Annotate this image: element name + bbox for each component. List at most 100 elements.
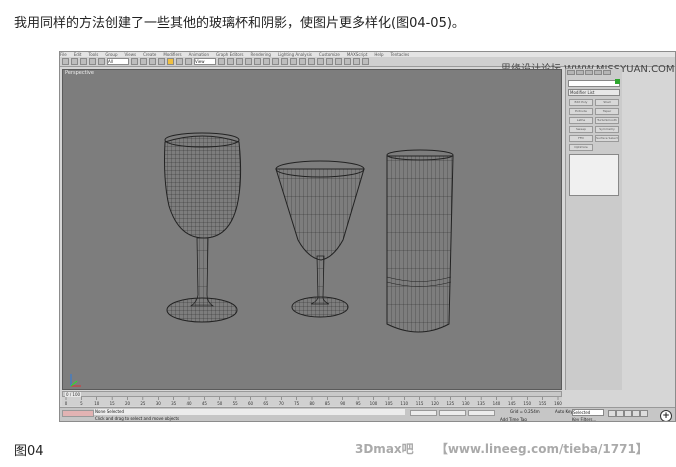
go-end-icon[interactable] [640,410,648,417]
trackbar[interactable]: 0 5 10 15 20 25 30 35 40 45 50 55 60 65 70 75 80 85 90 95 10… [62,397,562,406]
modifier-button[interactable]: Optimize [569,144,593,151]
render-setup-icon[interactable] [344,58,351,65]
modifier-button[interactable]: TurboSmooth [595,117,619,124]
modifier-button[interactable]: Edit Poly [569,99,593,106]
x-coord-field[interactable] [410,410,437,416]
selection-filter-dropdown[interactable]: All [107,58,129,65]
modifier-button[interactable]: Shell [595,99,619,106]
status-bar: None Selected Click and drag to select a… [60,407,675,421]
tab-modify[interactable] [576,70,584,75]
schematic-icon[interactable] [326,58,333,65]
modifier-list-dropdown[interactable]: Modifier List [568,89,620,96]
select-by-name-icon[interactable] [140,58,147,65]
object-name-field[interactable] [568,80,620,87]
maxscript-listener[interactable] [62,410,94,417]
command-panel: Modifier List Edit Poly Shell Extrude Taper… [565,69,622,390]
ruler-tick-label: 150 [523,401,531,406]
figure-label: 图04 [14,444,44,459]
next-frame-icon[interactable] [632,410,640,417]
tab-motion[interactable] [594,70,602,75]
key-selection-dropdown[interactable]: Selected [572,409,604,416]
rect-region-icon[interactable] [149,58,156,65]
ruler-tick-label: 20 [125,401,131,406]
y-coord-field[interactable] [439,410,466,416]
rotate-icon[interactable] [176,58,183,65]
ruler-tick-label: 45 [202,401,208,406]
key-filters-button[interactable]: Key Filters... [572,417,596,421]
redo-icon[interactable] [71,58,78,65]
select-object-icon[interactable] [131,58,138,65]
modifier-button[interactable]: FFD [569,135,593,142]
trackbar-ruler: 0 5 10 15 20 25 30 35 40 45 50 55 60 65 70 75 80 85 90 95 10… [65,397,562,406]
modifier-button[interactable]: Symmetry [595,126,619,133]
mirror-icon[interactable] [290,58,297,65]
percent-snap-icon[interactable] [263,58,270,65]
tumbler-glass-mesh[interactable] [386,149,454,333]
object-color-swatch[interactable] [615,79,620,84]
undo-icon[interactable] [62,58,69,65]
ruler-tick-label: 100 [370,401,378,406]
max-window: File Edit Tools Group Views Create Modifiers An… [59,51,676,422]
link-icon[interactable] [80,58,87,65]
source-credit: 3Dmax吧 【www.lineeg.com/tieba/1771】 [355,440,648,457]
ruler-tick-label: 70 [279,401,285,406]
prev-frame-icon[interactable] [616,410,624,417]
martini-glass-mesh[interactable] [275,160,365,318]
zoom-icon[interactable]: + [660,410,672,421]
ruler-tick-label: 160 [554,401,562,406]
modifier-button[interactable]: Sweep [569,126,593,133]
modifier-button[interactable]: Taper [595,108,619,115]
ruler-tick-label: 5 [80,401,83,406]
modifier-stack[interactable] [569,154,619,196]
ruler-tick-label: 125 [447,401,455,406]
tab-hierarchy[interactable] [585,70,593,75]
ruler-tick-label: 130 [462,401,470,406]
command-panel-tabs [566,69,622,78]
pivot-icon[interactable] [218,58,225,65]
named-selection-icon[interactable] [281,58,288,65]
ruler-tick-label: 110 [400,401,408,406]
curve-editor-icon[interactable] [317,58,324,65]
unlink-icon[interactable] [89,58,96,65]
window-crossing-icon[interactable] [158,58,165,65]
spinner-snap-icon[interactable] [272,58,279,65]
scale-icon[interactable] [185,58,192,65]
add-time-tag[interactable]: Add Time Tag [500,417,527,421]
wine-glass-mesh[interactable] [164,132,242,323]
snap-icon[interactable] [245,58,252,65]
align-icon[interactable] [299,58,306,65]
layer-icon[interactable] [308,58,315,65]
tab-display[interactable] [603,70,611,75]
play-icon[interactable] [624,410,632,417]
ruler-tick-label: 155 [539,401,547,406]
ruler-tick-label: 30 [156,401,162,406]
render-frame-icon[interactable] [353,58,360,65]
z-coord-field[interactable] [468,410,495,416]
ruler-tick-label: 25 [140,401,146,406]
ruler-tick-label: 135 [477,401,485,406]
grid-size: Grid = 0.254m [510,409,540,414]
keyboard-shortcut-icon[interactable] [236,58,243,65]
modifier-button[interactable]: Lathe [569,117,593,124]
reference-coord-dropdown[interactable]: View [194,58,216,65]
modifier-button[interactable]: Extrude [569,108,593,115]
modifier-button[interactable]: Surface Select [595,135,619,142]
coordinate-fields [410,410,495,416]
go-start-icon[interactable] [608,410,616,417]
material-editor-icon[interactable] [335,58,342,65]
tab-create[interactable] [567,70,575,75]
ruler-tick-label: 50 [217,401,223,406]
ruler-tick-label: 40 [186,401,192,406]
bind-icon[interactable] [98,58,105,65]
auto-key-button[interactable]: Auto Key [555,409,573,414]
perspective-viewport[interactable]: Perspective [62,69,562,390]
ruler-tick-label: 145 [508,401,516,406]
ruler-tick-label: 10 [94,401,100,406]
angle-snap-icon[interactable] [254,58,261,65]
ruler-tick-label: 15 [110,401,116,406]
move-icon[interactable] [167,58,174,65]
selection-status: None Selected [94,409,405,415]
render-icon[interactable] [362,58,369,65]
ruler-tick-label: 140 [493,401,501,406]
manipulate-icon[interactable] [227,58,234,65]
